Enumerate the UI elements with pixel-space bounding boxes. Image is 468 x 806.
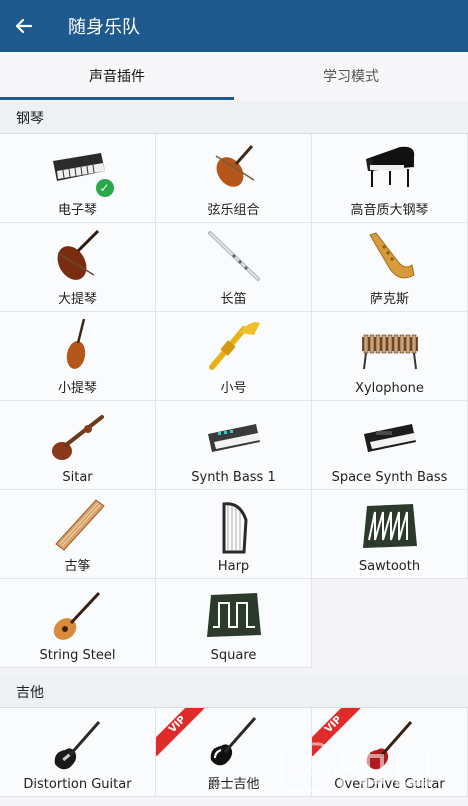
instrument-tile[interactable]: Harp <box>156 490 312 579</box>
instrument-label: 古筝 <box>64 559 91 574</box>
instrument-label: 高音质大钢琴 <box>350 203 429 218</box>
page-title: 随身乐队 <box>68 17 140 38</box>
electric-guitar-icon <box>46 717 110 773</box>
vip-badge: VIP <box>156 708 204 756</box>
harp-icon <box>202 499 266 555</box>
synth-icon <box>358 410 422 466</box>
grand-piano-icon <box>358 139 422 195</box>
instrument-tile[interactable]: Space Synth Bass <box>312 401 468 490</box>
arrow-left-icon <box>15 18 33 34</box>
saxophone-icon <box>358 228 422 284</box>
tab-sound-plugins[interactable]: 声音插件 <box>0 52 234 100</box>
instrument-tile[interactable]: 高音质大钢琴 <box>312 134 468 223</box>
instrument-tile[interactable]: Square <box>156 579 312 668</box>
instrument-label: 小提琴 <box>57 381 97 396</box>
instrument-label: Sawtooth <box>358 559 421 574</box>
sitar-icon <box>46 410 110 466</box>
tab-bar: 声音插件 学习模式 <box>0 52 468 100</box>
instrument-tile[interactable]: 古筝 <box>0 490 156 579</box>
guzheng-icon <box>46 495 110 551</box>
selected-check-icon: ✓ <box>95 179 114 197</box>
instrument-tile[interactable]: 弦乐组合 <box>156 134 312 223</box>
instrument-tile[interactable]: 小号 <box>156 312 312 401</box>
instrument-tile[interactable]: Distortion Guitar <box>0 708 156 797</box>
instrument-tile[interactable]: Sitar <box>0 401 156 490</box>
tab-learning-mode[interactable]: 学习模式 <box>234 52 468 100</box>
instrument-label: 弦乐组合 <box>207 203 260 218</box>
instrument-label: 萨克斯 <box>369 292 409 307</box>
instrument-tile[interactable]: String Steel <box>0 579 156 668</box>
section-header-guitar: 吉他 <box>0 676 468 708</box>
app-bar: 随身乐队 <box>0 0 468 52</box>
sawtooth-wave-icon <box>358 499 422 555</box>
section-title: 钢琴 <box>16 110 44 127</box>
instrument-label: 电子琴 <box>57 203 97 218</box>
instrument-label: Space Synth Bass <box>331 470 448 485</box>
section-header-piano: 钢琴 <box>0 102 468 134</box>
instrument-label: String Steel <box>39 648 116 663</box>
back-button[interactable] <box>0 0 48 52</box>
instrument-tile[interactable]: 长笛 <box>156 223 312 312</box>
instrument-label: Harp <box>217 559 250 574</box>
violin-icon <box>202 139 266 195</box>
instrument-grid: ✓ 电子琴 弦乐组合 高音质大钢琴 大提琴 长笛 萨克斯 小提琴 小号 Xylo… <box>0 134 468 668</box>
section-title: 吉他 <box>16 684 44 701</box>
instrument-tile[interactable]: Sawtooth <box>312 490 468 579</box>
instrument-label: 长笛 <box>220 292 247 307</box>
instrument-label: 小号 <box>220 381 247 396</box>
instrument-tile[interactable]: 大提琴 <box>0 223 156 312</box>
instrument-label: Distortion Guitar <box>23 777 132 792</box>
square-wave-icon <box>202 588 266 644</box>
instrument-label: Square <box>210 648 257 663</box>
flute-icon <box>202 228 266 284</box>
instrument-tile[interactable]: 萨克斯 <box>312 223 468 312</box>
acoustic-guitar-icon <box>46 588 110 644</box>
watermark-logo <box>280 742 430 792</box>
instrument-label: 爵士吉他 <box>207 777 260 792</box>
instrument-tile[interactable]: 小提琴 <box>0 312 156 401</box>
empty-tile <box>312 579 468 668</box>
violin-icon <box>46 317 110 373</box>
cello-icon <box>46 228 110 284</box>
trumpet-icon <box>202 317 266 373</box>
xylophone-icon <box>358 321 422 377</box>
instrument-label: Xylophone <box>355 381 424 396</box>
electric-guitar-icon <box>202 713 266 769</box>
instrument-label: 大提琴 <box>57 292 97 307</box>
instrument-tile[interactable]: Synth Bass 1 <box>156 401 312 490</box>
instrument-label: Synth Bass 1 <box>191 470 276 485</box>
keyboard-icon: ✓ <box>46 139 114 197</box>
instrument-label: Sitar <box>62 470 93 485</box>
instrument-tile[interactable]: Xylophone <box>312 312 468 401</box>
instrument-tile[interactable]: ✓ 电子琴 <box>0 134 156 223</box>
synth-icon <box>202 410 266 466</box>
